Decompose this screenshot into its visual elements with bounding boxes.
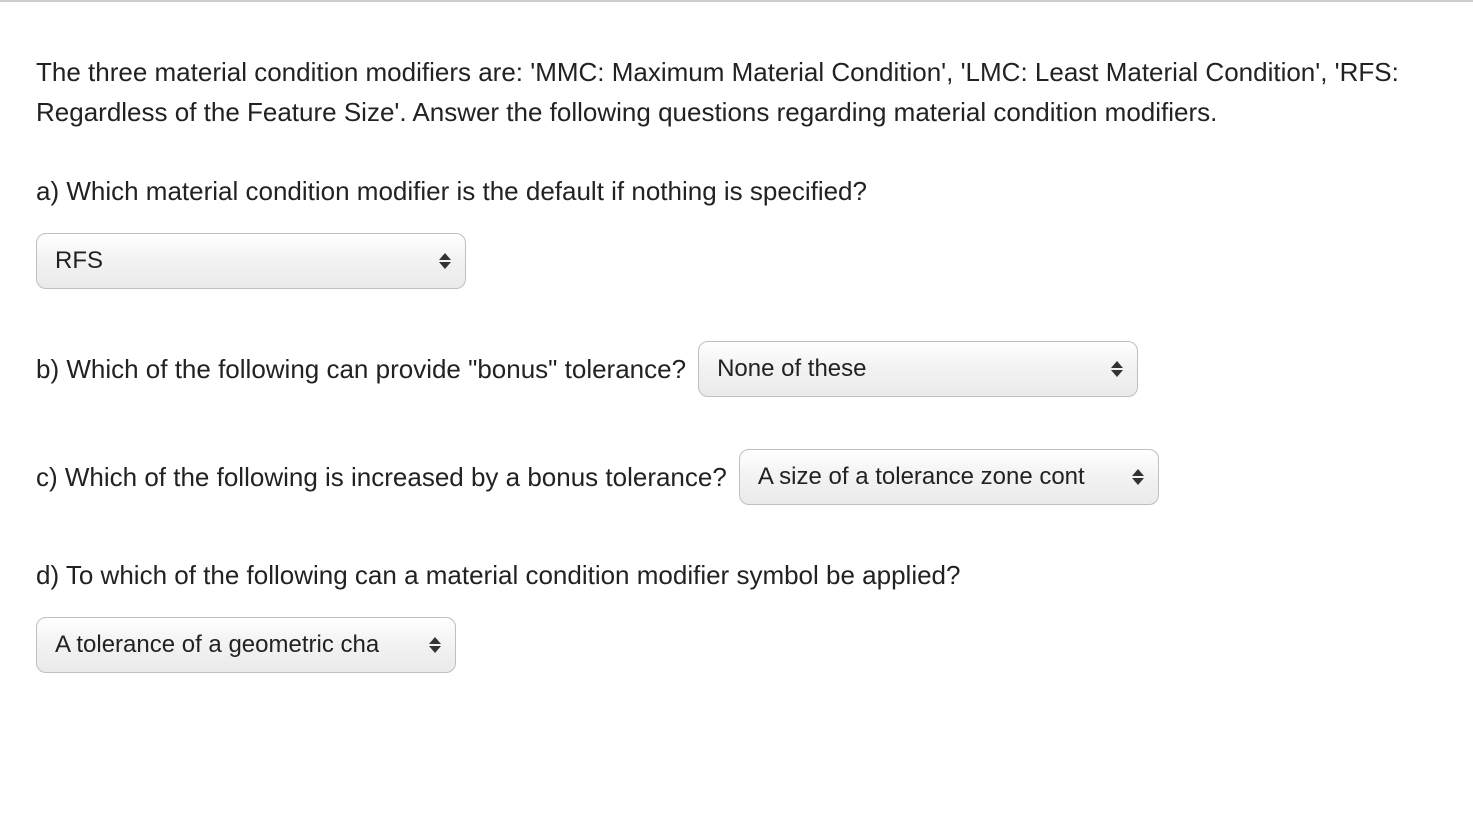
select-arrows-icon <box>1132 469 1144 485</box>
question-b-text: b) Which of the following can provide "b… <box>36 351 686 387</box>
question-d: d) To which of the following can a mater… <box>36 557 1441 673</box>
question-c: c) Which of the following is increased b… <box>36 449 1441 505</box>
select-arrows-icon <box>429 637 441 653</box>
question-a: a) Which material condition modifier is … <box>36 173 1441 289</box>
question-c-select[interactable]: A size of a tolerance zone cont <box>739 449 1159 505</box>
question-b: b) Which of the following can provide "b… <box>36 341 1441 397</box>
select-arrows-icon <box>1111 361 1123 377</box>
question-a-text: a) Which material condition modifier is … <box>36 173 1441 209</box>
question-c-selected-value: A size of a tolerance zone cont <box>758 463 1085 491</box>
intro-text: The three material condition modifiers a… <box>36 52 1441 133</box>
question-d-text: d) To which of the following can a mater… <box>36 557 1441 593</box>
question-d-selected-value: A tolerance of a geometric cha <box>55 631 379 659</box>
question-page: The three material condition modifiers a… <box>0 2 1473 765</box>
question-d-select[interactable]: A tolerance of a geometric cha <box>36 617 456 673</box>
question-a-select[interactable]: RFS <box>36 233 466 289</box>
select-arrows-icon <box>439 253 451 269</box>
question-b-selected-value: None of these <box>717 355 866 383</box>
question-b-select[interactable]: None of these <box>698 341 1138 397</box>
question-a-selected-value: RFS <box>55 247 103 275</box>
question-c-text: c) Which of the following is increased b… <box>36 459 727 495</box>
